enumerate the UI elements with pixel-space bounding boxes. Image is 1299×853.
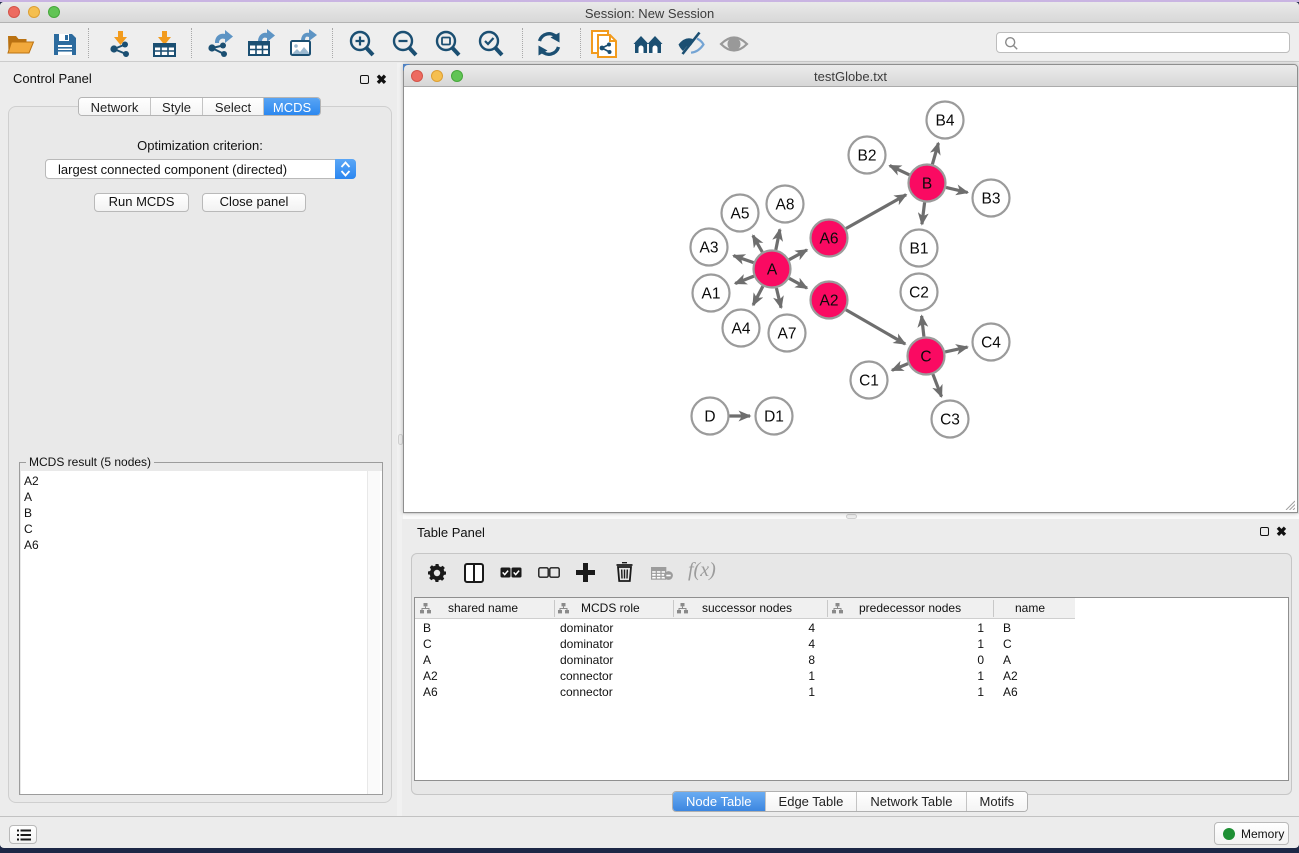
svg-text:C2: C2 (909, 285, 929, 302)
svg-text:A3: A3 (700, 240, 719, 257)
svg-text:A4: A4 (732, 321, 751, 338)
svg-text:D: D (704, 409, 715, 426)
svg-text:C1: C1 (859, 373, 879, 390)
svg-text:B: B (922, 176, 932, 193)
svg-text:A1: A1 (702, 286, 721, 303)
svg-text:A: A (767, 262, 778, 279)
svg-text:C4: C4 (981, 335, 1001, 352)
svg-text:C3: C3 (940, 412, 960, 429)
svg-text:B3: B3 (982, 191, 1001, 208)
svg-text:B4: B4 (936, 113, 955, 130)
svg-text:B2: B2 (858, 148, 877, 165)
svg-text:A6: A6 (820, 231, 839, 248)
svg-text:A2: A2 (820, 293, 839, 310)
svg-text:A8: A8 (776, 197, 795, 214)
svg-text:D1: D1 (764, 409, 784, 426)
svg-text:C: C (920, 349, 931, 366)
svg-text:A7: A7 (778, 326, 797, 343)
svg-text:A5: A5 (731, 206, 750, 223)
svg-text:B1: B1 (910, 241, 929, 258)
